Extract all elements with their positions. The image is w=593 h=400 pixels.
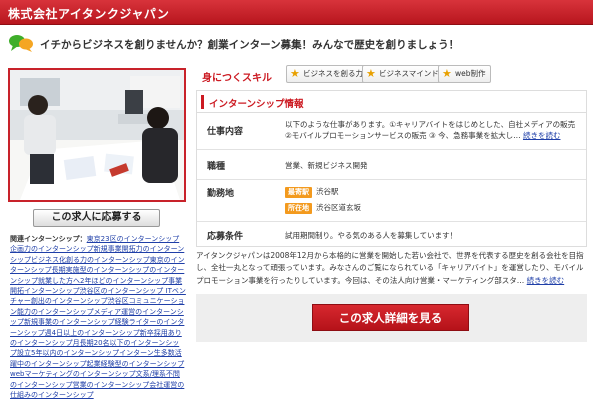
station-tag: 最寄駅 bbox=[285, 187, 312, 198]
address-tag: 所在地 bbox=[285, 203, 312, 214]
job-key: 仕事内容 bbox=[207, 127, 244, 137]
type-key: 職種 bbox=[207, 162, 226, 172]
company-description: アイタンクジャパンは2008年12月から本格的に営業を開始した若い会社で、世界を… bbox=[196, 251, 584, 285]
description-more-link[interactable]: 続きを読む bbox=[527, 276, 565, 285]
requirements-value: 試用期間制り。やる気のある人を募集しています！ bbox=[285, 231, 458, 240]
speech-bubble-icon bbox=[9, 35, 33, 52]
star-icon: ★ bbox=[290, 67, 300, 80]
info-header: インターンシップ情報 bbox=[197, 91, 586, 113]
skill-badge: ★ ビジネスを創る力 bbox=[286, 65, 368, 83]
related-internships: 関連インターンシップ：東京23区のインターンシップ企画力のインターンシップ新規事… bbox=[10, 234, 186, 400]
skill-badge: ★ web制作 bbox=[438, 65, 491, 83]
address: 渋谷区道玄坂 bbox=[316, 203, 361, 212]
catch-text: イチからビジネスを創りませんか？創業インターン募集！みんなで歴史を創りましょう！ bbox=[40, 39, 460, 51]
location-value: 最寄駅 渋谷駅 所在地 渋谷区道玄坂 bbox=[285, 186, 580, 216]
row-job: 仕事内容 以下のような仕事があります。①キャリアバイトをはじめとした、自社メディ… bbox=[197, 113, 586, 149]
station: 渋谷駅 bbox=[316, 187, 339, 196]
job-more-link[interactable]: 続きを読む bbox=[523, 131, 561, 140]
info-title: インターンシップ情報 bbox=[209, 99, 304, 110]
type-value: 営業、新規ビジネス開発 bbox=[285, 161, 368, 170]
row-location: 勤務地 最寄駅 渋谷駅 所在地 渋谷区道玄坂 bbox=[197, 179, 586, 221]
star-icon: ★ bbox=[366, 67, 376, 80]
related-label: 関連インターンシップ： bbox=[10, 235, 87, 243]
star-icon: ★ bbox=[442, 67, 452, 80]
skill-badge: ★ ビジネスマインド bbox=[362, 65, 444, 83]
skills-row: 身につくスキル ★ ビジネスを創る力 ★ ビジネスマインド ★ web制作 bbox=[196, 65, 586, 85]
requirements-key: 応募条件 bbox=[207, 232, 244, 242]
skills-label: 身につくスキル bbox=[202, 73, 272, 84]
company-name: 株式会社アイタンクジャパン bbox=[8, 7, 170, 21]
job-value: 以下のような仕事があります。①キャリアバイトをはじめとした、自社メディアの販売 … bbox=[285, 120, 576, 140]
apply-button[interactable]: この求人に応募する bbox=[33, 209, 160, 227]
internship-info-panel: インターンシップ情報 仕事内容 以下のような仕事があります。①キャリアバイトをは… bbox=[196, 90, 587, 247]
view-detail-button[interactable]: この求人詳細を見る bbox=[312, 304, 469, 331]
row-requirements: 応募条件 試用期間制り。やる気のある人を募集しています！ bbox=[197, 221, 586, 247]
location-key: 勤務地 bbox=[207, 189, 235, 199]
accent-bar bbox=[201, 95, 204, 109]
detail-box: この求人詳細を見る bbox=[196, 294, 587, 342]
catch-copy: イチからビジネスを創りませんか？創業インターン募集！みんなで歴史を創りましょう！ bbox=[8, 33, 588, 53]
office-photo-image bbox=[10, 70, 184, 200]
office-photo bbox=[8, 68, 186, 202]
related-links[interactable]: 東京23区のインターンシップ企画力のインターンシップ新規事業開拓力のインターンシ… bbox=[10, 235, 186, 399]
row-type: 職種 営業、新規ビジネス開発 bbox=[197, 149, 586, 179]
company-header: 株式会社アイタンクジャパン bbox=[0, 0, 593, 25]
